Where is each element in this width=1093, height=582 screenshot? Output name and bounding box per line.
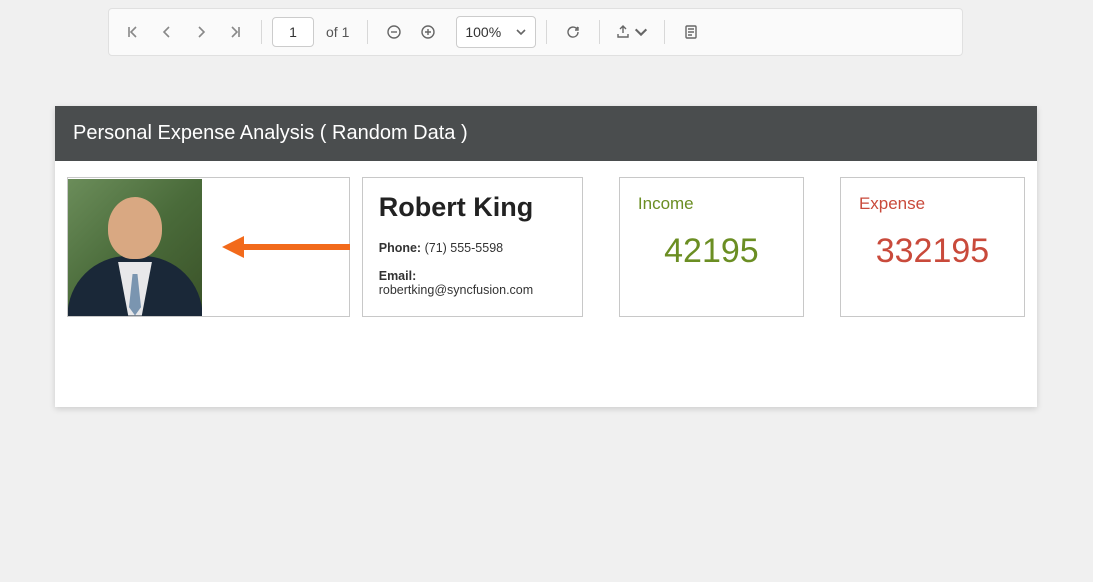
export-button[interactable] (610, 16, 654, 48)
chevron-down-icon (633, 24, 649, 40)
person-name: Robert King (379, 192, 566, 223)
print-layout-icon (683, 24, 699, 40)
avatar (68, 179, 202, 316)
export-icon (615, 24, 631, 40)
zoom-value-label: 100% (465, 24, 501, 40)
income-label: Income (638, 194, 785, 214)
zoom-out-icon (386, 24, 402, 40)
info-card: Robert King Phone: (71) 555-5598 Email: … (362, 177, 583, 317)
prev-page-icon (159, 24, 175, 40)
phone-value: (71) 555-5598 (425, 241, 504, 255)
last-page-button[interactable] (219, 16, 251, 48)
photo-card (67, 177, 350, 317)
expense-card: Expense 332195 (840, 177, 1025, 317)
last-page-icon (227, 24, 243, 40)
income-card: Income 42195 (619, 177, 804, 317)
chevron-down-icon (515, 26, 527, 38)
refresh-icon (565, 24, 581, 40)
report-page: Personal Expense Analysis ( Random Data … (55, 106, 1037, 407)
page-count-label: of 1 (326, 24, 349, 40)
expense-label: Expense (859, 194, 1006, 214)
phone-label: Phone: (379, 241, 421, 255)
zoom-select[interactable]: 100% (456, 16, 536, 48)
refresh-button[interactable] (557, 16, 589, 48)
person-phone: Phone: (71) 555-5598 (379, 241, 566, 255)
page-number-input[interactable] (272, 17, 314, 47)
zoom-out-button[interactable] (378, 16, 410, 48)
report-title: Personal Expense Analysis ( Random Data … (55, 106, 1037, 161)
email-label: Email: (379, 269, 417, 283)
arrow-left-icon (222, 233, 352, 261)
next-page-icon (193, 24, 209, 40)
expense-value: 332195 (859, 232, 1006, 271)
report-toolbar: of 1 100% (108, 8, 963, 56)
zoom-in-icon (420, 24, 436, 40)
prev-page-button[interactable] (151, 16, 183, 48)
next-page-button[interactable] (185, 16, 217, 48)
toolbar-separator (546, 20, 547, 44)
first-page-icon (125, 24, 141, 40)
toolbar-separator (664, 20, 665, 44)
zoom-in-button[interactable] (412, 16, 444, 48)
person-email: Email: robertking@syncfusion.com (379, 269, 566, 297)
toolbar-separator (367, 20, 368, 44)
toolbar-separator (261, 20, 262, 44)
print-layout-button[interactable] (675, 16, 707, 48)
first-page-button[interactable] (117, 16, 149, 48)
toolbar-separator (599, 20, 600, 44)
cards-row: Robert King Phone: (71) 555-5598 Email: … (55, 161, 1037, 407)
email-value: robertking@syncfusion.com (379, 283, 533, 297)
income-value: 42195 (638, 232, 785, 271)
